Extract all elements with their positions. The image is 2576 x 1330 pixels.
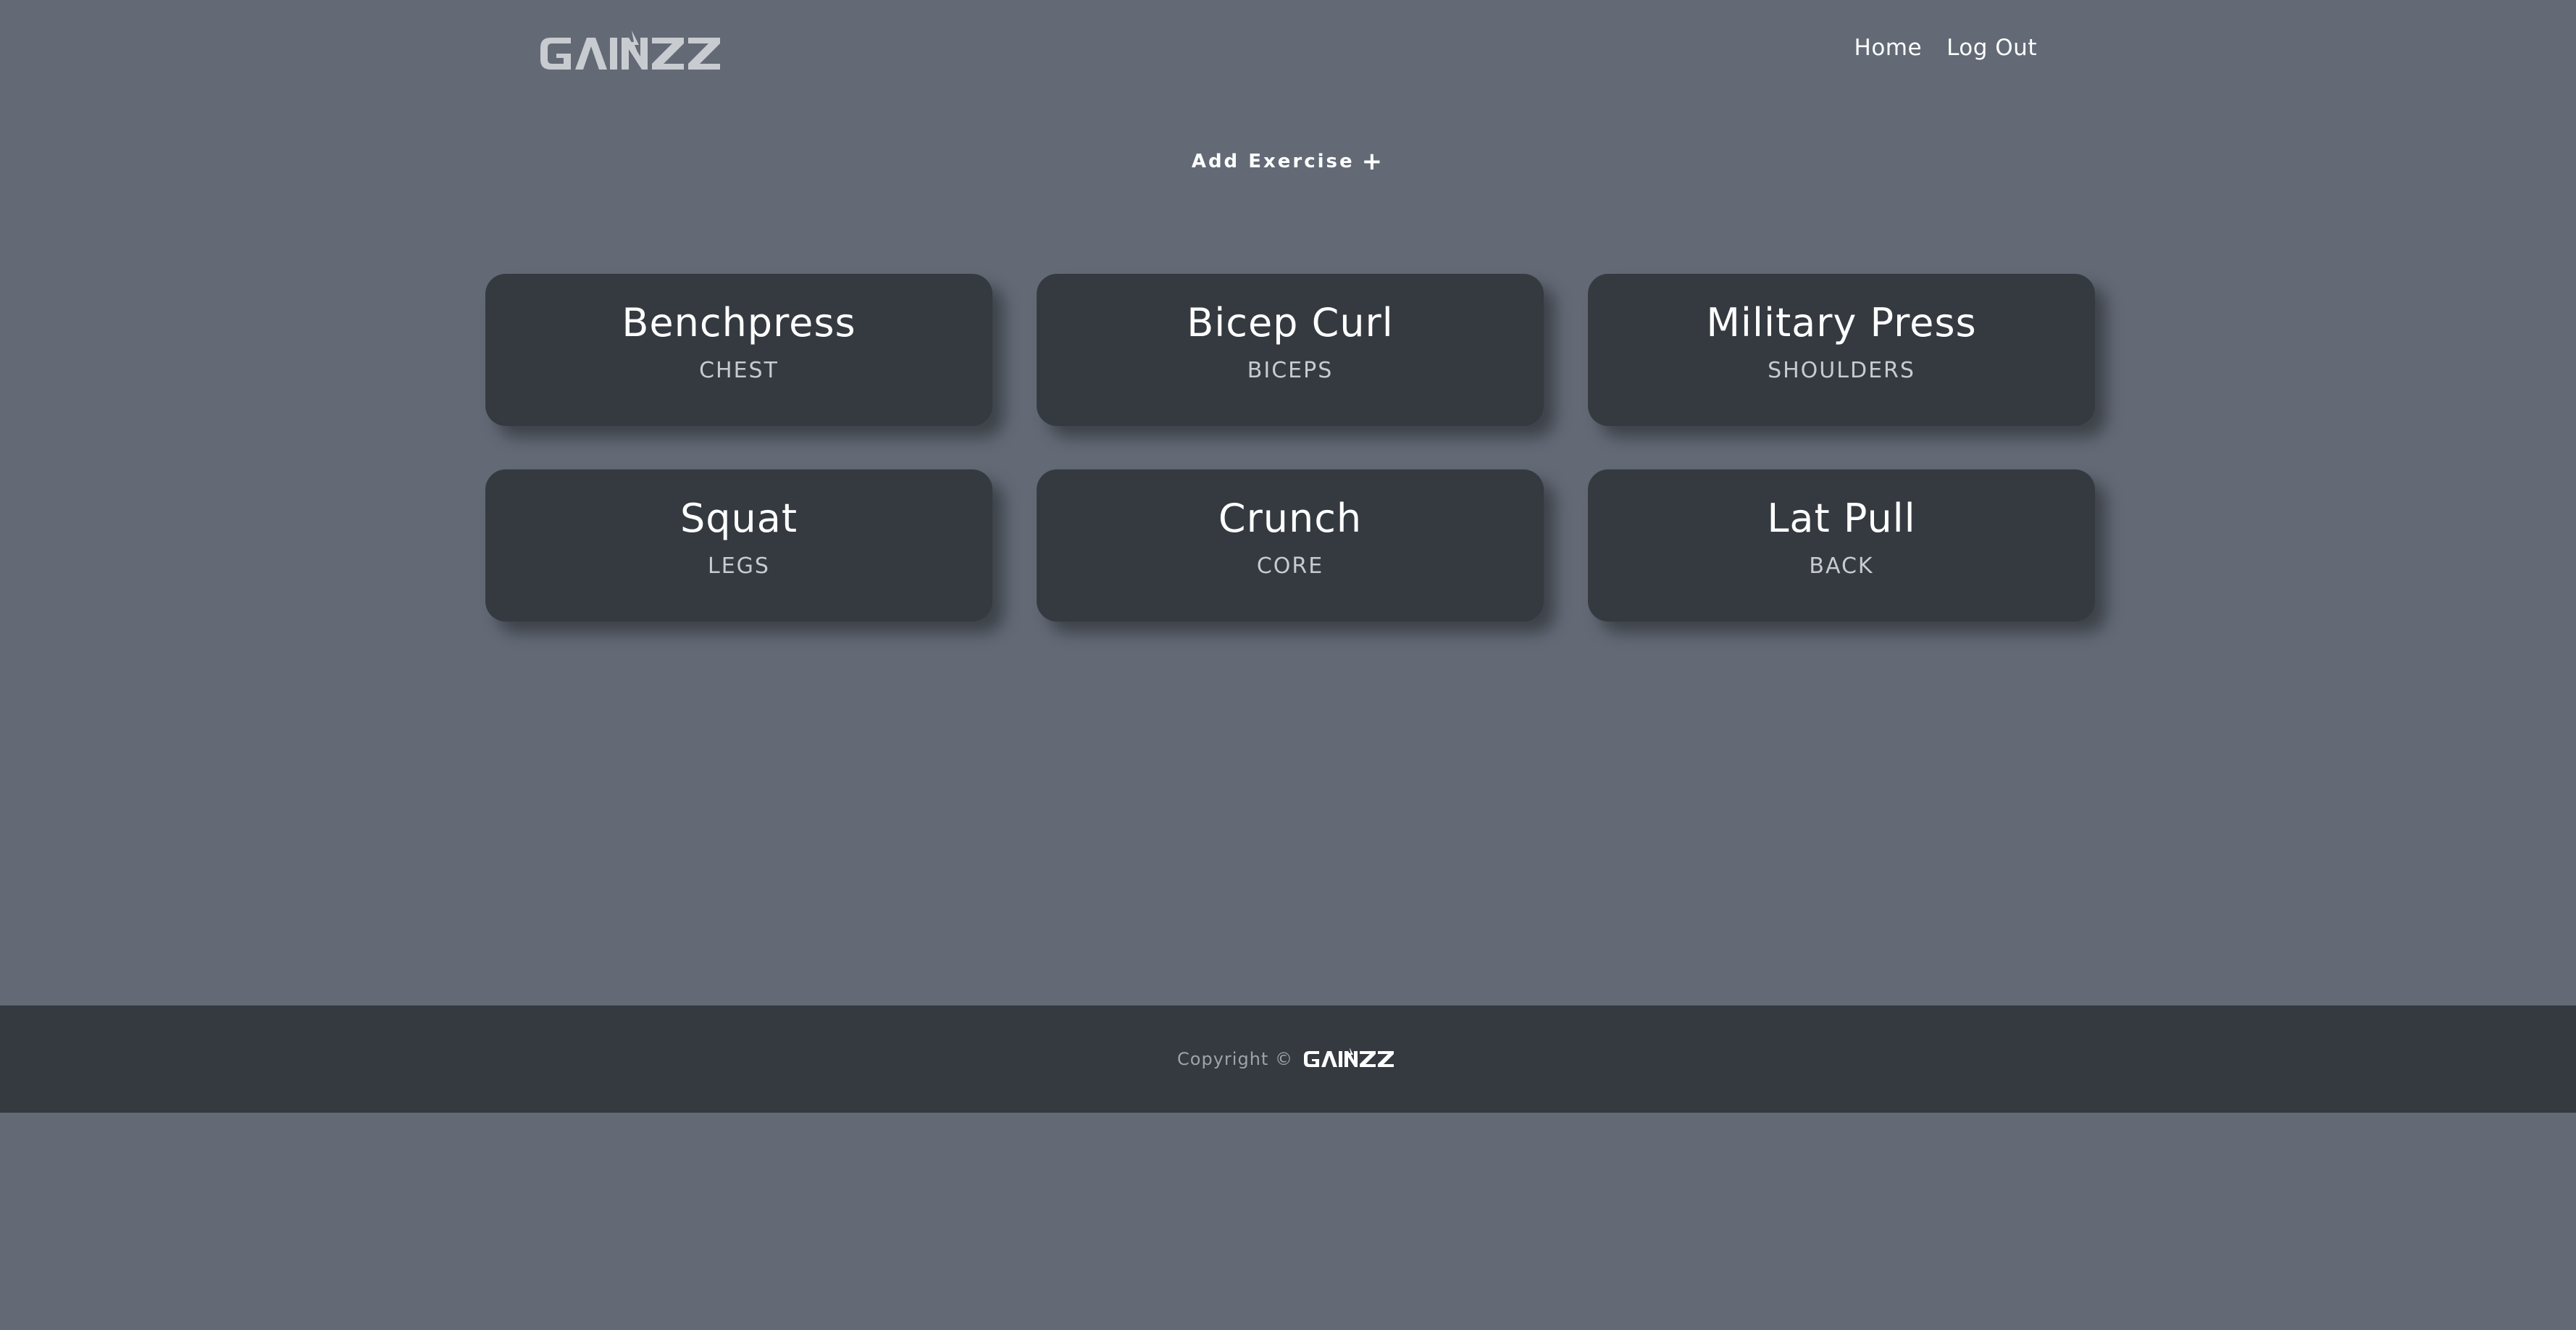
exercise-muscle-group: BACK bbox=[1809, 553, 1874, 579]
exercise-muscle-group: BICEPS bbox=[1247, 358, 1334, 383]
exercise-name: Bicep Curl bbox=[1187, 300, 1394, 346]
exercise-name: Squat bbox=[679, 495, 798, 541]
plus-icon: + bbox=[1361, 147, 1385, 176]
main-nav: Home Log Out bbox=[1854, 35, 2037, 61]
footer-content: Copyright © bbox=[0, 1005, 2576, 1113]
nav-logout-link[interactable]: Log Out bbox=[1946, 35, 2037, 61]
exercise-muscle-group: SHOULDERS bbox=[1768, 358, 1915, 383]
footer: Copyright © bbox=[0, 1005, 2576, 1113]
header: Home Log Out bbox=[0, 0, 2576, 101]
footer-logo-graphic bbox=[1303, 1047, 1394, 1067]
footer-gainzz-logo bbox=[1303, 1046, 1399, 1072]
gainzz-logo-graphic bbox=[540, 30, 720, 70]
exercise-card[interactable]: Benchpress CHEST bbox=[485, 274, 992, 426]
exercise-name: Lat Pull bbox=[1767, 495, 1916, 541]
exercise-muscle-group: LEGS bbox=[708, 553, 770, 579]
copyright-text: Copyright © bbox=[1177, 1049, 1293, 1069]
exercise-muscle-group: CHEST bbox=[699, 358, 779, 383]
exercise-grid: Benchpress CHEST Bicep Curl BICEPS Milit… bbox=[485, 274, 2095, 622]
exercise-card[interactable]: Squat LEGS bbox=[485, 469, 992, 622]
exercise-name: Crunch bbox=[1218, 495, 1363, 541]
exercise-card[interactable]: Crunch CORE bbox=[1037, 469, 1544, 622]
add-exercise-label: Add Exercise bbox=[1191, 151, 1355, 172]
add-exercise-button[interactable]: Add Exercise + bbox=[0, 147, 2576, 176]
exercise-card[interactable]: Lat Pull BACK bbox=[1588, 469, 2095, 622]
exercise-muscle-group: CORE bbox=[1256, 553, 1324, 579]
exercise-card[interactable]: Military Press SHOULDERS bbox=[1588, 274, 2095, 426]
exercise-name: Benchpress bbox=[622, 300, 856, 346]
gainzz-logo[interactable] bbox=[539, 28, 730, 80]
exercise-card[interactable]: Bicep Curl BICEPS bbox=[1037, 274, 1544, 426]
nav-home-link[interactable]: Home bbox=[1854, 35, 1923, 61]
exercise-name: Military Press bbox=[1706, 300, 1977, 346]
